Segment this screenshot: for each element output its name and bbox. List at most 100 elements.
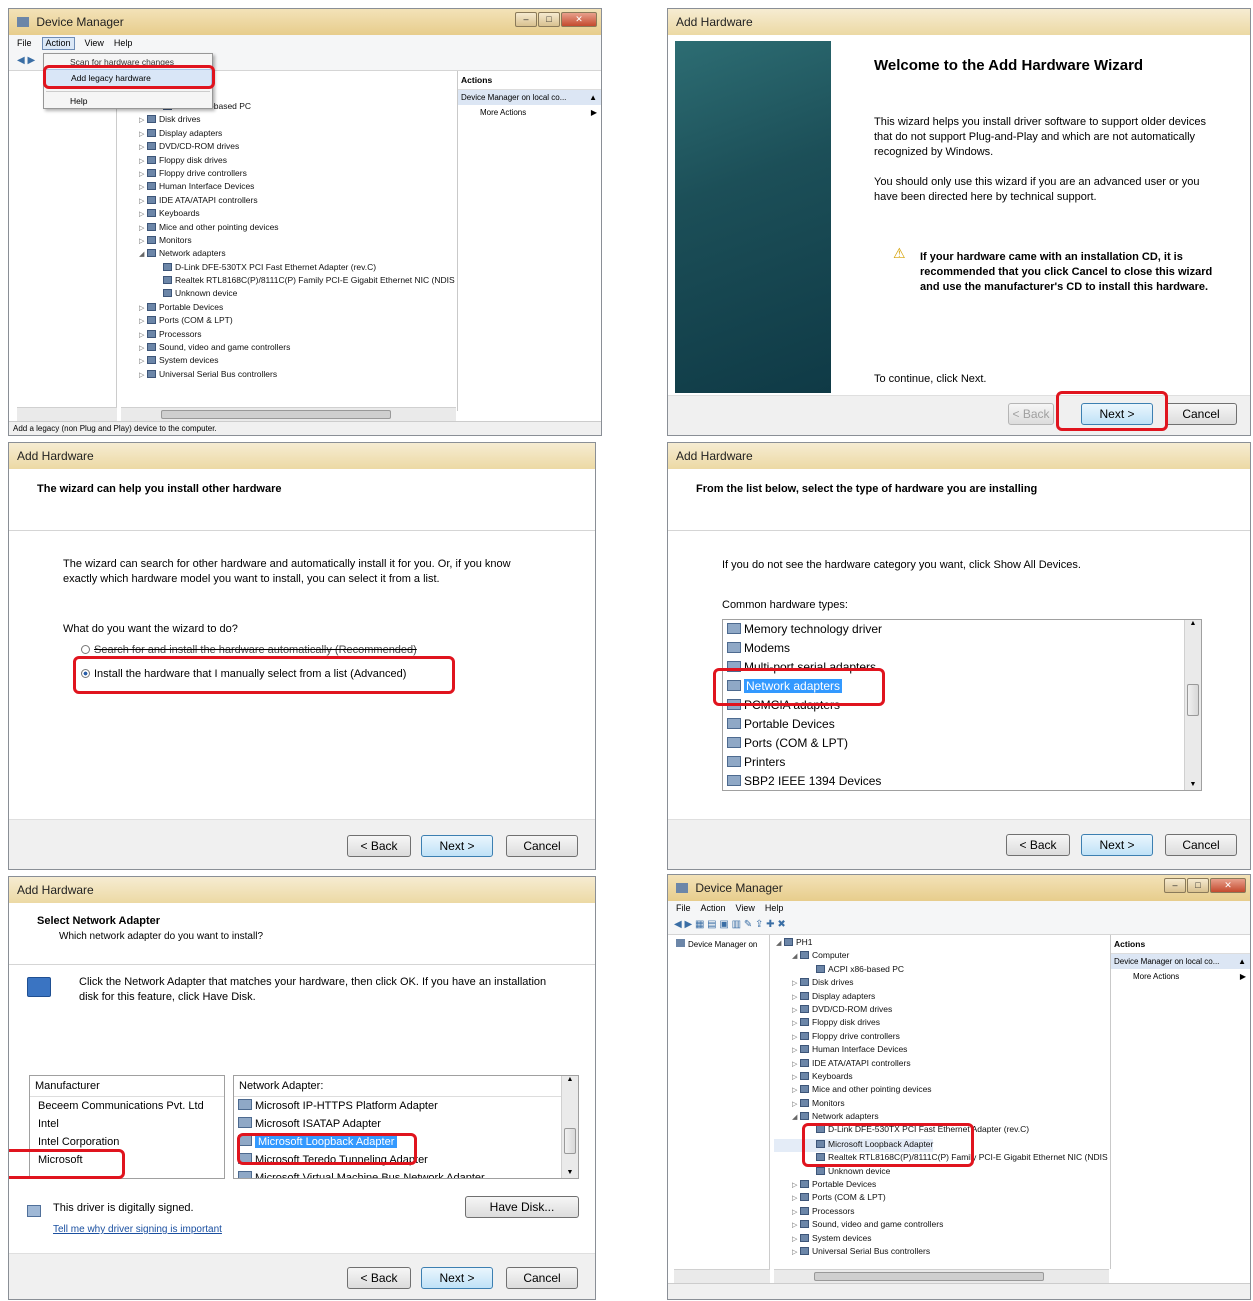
list-item[interactable]: Printers (723, 753, 1201, 772)
adapter-item[interactable]: Microsoft ISATAP Adapter (234, 1115, 578, 1133)
tree-node[interactable]: ▷ Mice and other pointing devices (121, 222, 456, 235)
menu-view[interactable]: View (736, 903, 755, 915)
tree-node[interactable]: ▷ Disk drives (121, 114, 456, 127)
scroll-up-arrow-icon[interactable]: ▲ (1185, 620, 1201, 627)
tree-node[interactable]: ▷ Keyboards (121, 208, 456, 221)
menu-action[interactable]: Action (41, 37, 75, 50)
expand-toggle-icon[interactable]: ▷ (139, 237, 147, 245)
tree-node[interactable]: ACPI x86-based PC (774, 964, 1109, 977)
next-button[interactable]: Next > (421, 835, 493, 857)
tree-node[interactable]: Unknown device (121, 288, 456, 301)
tree-node[interactable]: ▷ Mice and other pointing devices (774, 1084, 1109, 1097)
expand-toggle-icon[interactable]: ▷ (139, 371, 147, 379)
horizontal-scrollbar-right[interactable] (121, 407, 456, 421)
tree-node[interactable]: ▷ Universal Serial Bus controllers (121, 369, 456, 382)
tree-node[interactable]: ▷ Sound, video and game controllers (774, 1219, 1109, 1232)
tree-node[interactable]: ◢ Network adapters (121, 248, 456, 261)
menu-help[interactable]: Help (765, 903, 784, 915)
driver-signing-link[interactable]: Tell me why driver signing is important (53, 1224, 222, 1235)
menu-help[interactable]: Help (114, 38, 133, 50)
tree-node[interactable]: ▷ Display adapters (774, 991, 1109, 1004)
expand-toggle-icon[interactable]: ▷ (792, 1086, 800, 1094)
tree-node[interactable]: D-Link DFE-530TX PCI Fast Ethernet Adapt… (121, 262, 456, 275)
cancel-button[interactable]: Cancel (506, 835, 578, 857)
expand-toggle-icon[interactable]: ▷ (139, 183, 147, 191)
tree-node[interactable]: ▷ Floppy disk drives (121, 155, 456, 168)
tree-node[interactable]: ▷ Human Interface Devices (121, 181, 456, 194)
expand-toggle-icon[interactable]: ▷ (792, 1235, 800, 1243)
back-button[interactable]: < Back (1006, 834, 1070, 856)
minimize-button[interactable]: – (515, 12, 537, 27)
expand-toggle-icon[interactable]: ◢ (776, 939, 784, 947)
tree-node[interactable]: ▷ Monitors (121, 235, 456, 248)
scroll-thumb[interactable] (564, 1128, 576, 1154)
scroll-thumb[interactable] (1187, 684, 1199, 716)
expand-toggle-icon[interactable]: ▷ (139, 170, 147, 178)
vertical-scrollbar[interactable]: ▲ ▼ (561, 1076, 578, 1178)
expand-toggle-icon[interactable]: ▷ (139, 224, 147, 232)
tree-node[interactable]: ▷ Portable Devices (121, 302, 456, 315)
expand-toggle-icon[interactable]: ▷ (792, 1181, 800, 1189)
horizontal-scrollbar-left[interactable] (17, 407, 117, 421)
back-button[interactable]: < Back (1008, 403, 1054, 425)
tree-node[interactable]: ▷ Human Interface Devices (774, 1044, 1109, 1057)
list-item[interactable]: SBP2 IEEE 1394 Devices (723, 772, 1201, 790)
list-item[interactable]: Memory technology driver (723, 620, 1201, 639)
menu-file[interactable]: File (676, 903, 691, 915)
menu-item-help[interactable]: Help (44, 96, 212, 106)
expand-toggle-icon[interactable]: ▷ (139, 317, 147, 325)
expand-toggle-icon[interactable]: ▷ (139, 116, 147, 124)
list-item[interactable]: Modems (723, 639, 1201, 658)
tree-node[interactable]: ▷ Ports (COM & LPT) (121, 315, 456, 328)
tree-node[interactable]: ▷ Processors (121, 329, 456, 342)
menu-view[interactable]: View (85, 38, 104, 50)
list-item[interactable]: Ports (COM & LPT) (723, 734, 1201, 753)
expand-toggle-icon[interactable]: ▷ (792, 1019, 800, 1027)
expand-toggle-icon[interactable]: ◢ (792, 1113, 800, 1121)
menu-file[interactable]: File (17, 38, 32, 50)
more-actions-item[interactable]: More Actions ▶ (458, 105, 601, 120)
tree-node[interactable]: ▷ DVD/CD-ROM drives (774, 1004, 1109, 1017)
expand-toggle-icon[interactable]: ▷ (139, 197, 147, 205)
menu-action[interactable]: Action (701, 903, 726, 915)
expand-toggle-icon[interactable]: ▷ (792, 1100, 800, 1108)
expand-toggle-icon[interactable]: ▷ (792, 1221, 800, 1229)
expand-toggle-icon[interactable]: ▷ (139, 357, 147, 365)
vertical-scrollbar[interactable]: ▲ ▼ (1184, 620, 1201, 790)
close-button[interactable]: ✕ (561, 12, 597, 27)
back-button[interactable]: < Back (347, 835, 411, 857)
tree-node[interactable]: Unknown device (774, 1166, 1109, 1179)
tree-node[interactable]: ▷ Portable Devices (774, 1179, 1109, 1192)
maximize-button[interactable]: □ (538, 12, 560, 27)
expand-toggle-icon[interactable]: ▷ (792, 1033, 800, 1041)
tree-node[interactable]: ◢ Computer (774, 950, 1109, 963)
expand-toggle-icon[interactable]: ▷ (792, 1006, 800, 1014)
radio-unchecked-icon[interactable] (81, 645, 90, 654)
expand-toggle-icon[interactable]: ▷ (139, 130, 147, 138)
scroll-down-arrow-icon[interactable]: ▼ (1185, 781, 1201, 788)
tree-node[interactable]: ▷ Processors (774, 1206, 1109, 1219)
cancel-button[interactable]: Cancel (506, 1267, 578, 1289)
expand-toggle-icon[interactable]: ▷ (139, 210, 147, 218)
expand-toggle-icon[interactable]: ▷ (792, 1194, 800, 1202)
tree-node[interactable]: ▷ Universal Serial Bus controllers (774, 1246, 1109, 1259)
expand-toggle-icon[interactable]: ▷ (792, 1248, 800, 1256)
expand-toggle-icon[interactable]: ▷ (792, 979, 800, 987)
scroll-down-arrow-icon[interactable]: ▼ (562, 1169, 578, 1176)
actions-device-manager-item[interactable]: Device Manager on local co... ▲ (1111, 954, 1250, 969)
scroll-up-arrow-icon[interactable]: ▲ (562, 1076, 578, 1083)
next-button[interactable]: Next > (1081, 834, 1153, 856)
actions-device-manager-item[interactable]: Device Manager on local co... ▲ (458, 90, 601, 105)
expand-toggle-icon[interactable]: ▷ (139, 344, 147, 352)
back-arrow-icon[interactable]: ◀ ▶ (17, 55, 35, 66)
expand-toggle-icon[interactable]: ▷ (792, 1060, 800, 1068)
tree-node[interactable]: ▷ Monitors (774, 1098, 1109, 1111)
tree-node[interactable]: ▷ IDE ATA/ATAPI controllers (774, 1058, 1109, 1071)
scroll-thumb[interactable] (161, 410, 391, 419)
maximize-button[interactable]: □ (1187, 878, 1209, 893)
left-node-label[interactable]: Device Manager on (688, 940, 757, 949)
radio-search-automatically[interactable]: Search for and install the hardware auto… (81, 644, 417, 656)
tree-node[interactable]: ▷ Keyboards (774, 1071, 1109, 1084)
manufacturer-item[interactable]: Intel (30, 1115, 224, 1133)
expand-toggle-icon[interactable]: ◢ (139, 250, 147, 258)
